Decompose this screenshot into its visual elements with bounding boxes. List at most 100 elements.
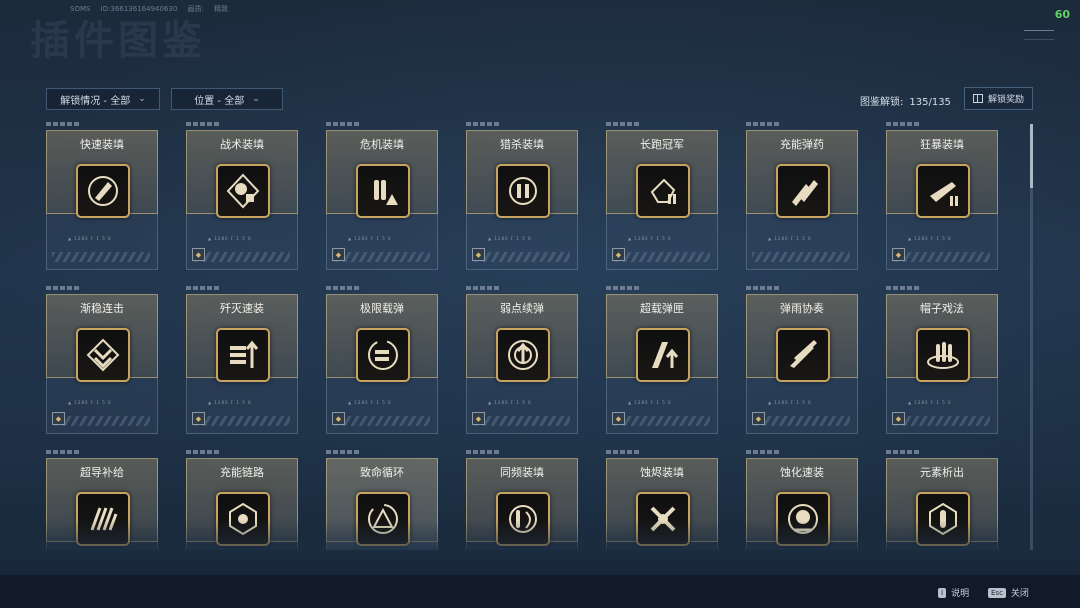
unlock-filter-dropdown[interactable]: 解锁情况 - 全部 ⌄ [46, 88, 160, 110]
card-tab-decoration [46, 286, 80, 290]
card-title: 同频装填 [500, 466, 544, 479]
card-stripes [332, 252, 430, 262]
help-key: I [938, 587, 947, 598]
position-filter-dropdown[interactable]: 位置 - 全部 ⌄ [171, 88, 283, 110]
close-label: 关闭 [1010, 589, 1029, 599]
plugin-card[interactable]: 渐稳连击 ▲ 1280 F 1 5 0 ◆ [46, 284, 158, 434]
card-tab-decoration [186, 122, 220, 126]
close-hint[interactable]: Esc 关闭 [988, 586, 1029, 599]
card-subtext: ▲ 1280 F 1 5 0 [768, 400, 812, 405]
runner-icon [636, 164, 690, 218]
chevrons-icon [76, 328, 130, 382]
card-stripes [752, 252, 850, 262]
plugin-card[interactable]: 战术装填 ▲ 1280 F 1 5 0 ◆ [186, 120, 298, 270]
crossed-bullets-icon [776, 328, 830, 382]
plugin-card[interactable]: 快速装填 ▲ 1280 F 1 5 0 [46, 120, 158, 270]
position-filter-label: 位置 - 全部 [194, 95, 245, 107]
card-subtext: ▲ 1280 F 1 5 0 [908, 400, 952, 405]
card-tab-decoration [746, 450, 780, 454]
card-tab-decoration [886, 122, 920, 126]
unlock-filter-label: 解锁情况 - 全部 [60, 95, 131, 107]
background-title: 插件图鉴 [30, 18, 206, 64]
card-tab-decoration [606, 286, 640, 290]
card-title: 元素析出 [920, 466, 964, 479]
card-title: 充能链路 [220, 466, 264, 479]
card-title: 长跑冠军 [640, 138, 684, 151]
plugin-card[interactable]: 猎杀装填 ▲ 1280 F 1 5 0 ◆ [466, 120, 578, 270]
collection-progress: 图鉴解锁: 135/135 [860, 93, 951, 108]
bullet-reload-icon [76, 164, 130, 218]
plugin-card[interactable]: 弱点续弹 ▲ 1280 F 1 5 0 ◆ [466, 284, 578, 434]
card-subtext: ▲ 1280 F 1 5 0 [68, 236, 112, 241]
position-badge-icon: ◆ [192, 412, 205, 425]
plugin-card[interactable]: 充能弹药 ▲ 1280 F 1 5 0 [746, 120, 858, 270]
card-stripes [752, 416, 850, 426]
card-subtext: ▲ 1280 F 1 5 0 [488, 236, 532, 241]
card-subtext: ▲ 1280 F 1 5 0 [68, 400, 112, 405]
card-tab-decoration [46, 450, 80, 454]
card-stripes [332, 416, 430, 426]
info-game: SOMS [70, 5, 91, 13]
card-subtext: ▲ 1280 F 1 5 0 [208, 236, 252, 241]
plugin-card[interactable]: 超载弹匣 ▲ 1280 F 1 5 0 ◆ [606, 284, 718, 434]
card-title: 充能弹药 [780, 138, 824, 151]
plugin-card[interactable]: 狂暴装填 ▲ 1280 F 1 5 0 ◆ [886, 120, 998, 270]
card-title: 蚀烬装填 [640, 466, 684, 479]
card-title: 歼灭速装 [220, 302, 264, 315]
chevron-down-icon: ⌄ [252, 94, 260, 104]
plugin-card[interactable]: 歼灭速装 ▲ 1280 F 1 5 0 ◆ [186, 284, 298, 434]
card-title: 狂暴装填 [920, 138, 964, 151]
chevron-down-icon: ⌄ [138, 94, 146, 104]
card-tab-decoration [326, 122, 360, 126]
card-title: 危机装填 [360, 138, 404, 151]
bottom-bar [0, 575, 1080, 608]
position-badge-icon: ◆ [892, 412, 905, 425]
position-badge-icon: ◆ [52, 412, 65, 425]
card-subtext: ▲ 1280 F 1 5 0 [208, 400, 252, 405]
card-tab-decoration [186, 286, 220, 290]
card-stripes [612, 252, 710, 262]
position-badge-icon: ◆ [892, 248, 905, 261]
card-title: 弹雨协奏 [780, 302, 824, 315]
card-subtext: ▲ 1280 F 1 5 0 [348, 400, 392, 405]
plugin-card[interactable]: 危机装填 ▲ 1280 F 1 5 0 ◆ [326, 120, 438, 270]
plugin-card[interactable]: 极限载弹 ▲ 1280 F 1 5 0 ◆ [326, 284, 438, 434]
info-quality-label: 画质: [187, 5, 204, 13]
card-subtext: ▲ 1280 F 1 5 0 [768, 236, 812, 241]
position-badge-icon: ◆ [612, 248, 625, 261]
loop-bullets-icon [356, 328, 410, 382]
card-title: 致命循环 [360, 466, 404, 479]
unlock-reward-button[interactable]: 解锁奖励 [964, 87, 1033, 110]
plugin-card[interactable]: 帽子戏法 ▲ 1280 F 1 5 0 ◆ [886, 284, 998, 434]
card-stripes [472, 252, 570, 262]
card-stripes [892, 416, 990, 426]
bullets-arrow-icon [216, 328, 270, 382]
info-quality-value: 精致 [214, 5, 229, 13]
card-subtext: ▲ 1280 F 1 5 0 [908, 236, 952, 241]
card-tab-decoration [606, 122, 640, 126]
card-tab-decoration [466, 286, 500, 290]
card-tab-decoration [186, 450, 220, 454]
card-stripes [192, 252, 290, 262]
target-up-icon [496, 328, 550, 382]
bullets-warning-icon [356, 164, 410, 218]
position-badge-icon: ◆ [192, 248, 205, 261]
rocket-bullets-icon [776, 164, 830, 218]
position-badge-icon: ◆ [752, 412, 765, 425]
card-tab-decoration [326, 286, 360, 290]
card-tab-decoration [746, 286, 780, 290]
position-badge-icon: ◆ [472, 248, 485, 261]
plugin-card-grid: 快速装填 ▲ 1280 F 1 5 0 战术装填 ▲ 1280 F 1 5 0 ◆ 危机装… [46, 120, 1026, 550]
card-title: 渐稳连击 [80, 302, 124, 315]
plugin-card[interactable]: 弹雨协奏 ▲ 1280 F 1 5 0 ◆ [746, 284, 858, 434]
card-stripes [52, 252, 150, 262]
card-stripes [52, 416, 150, 426]
help-hint[interactable]: I 说明 [938, 586, 969, 599]
info-id: ID:366136164940630 [100, 5, 178, 13]
esc-key: Esc [988, 587, 1006, 598]
card-subtext: ▲ 1280 F 1 5 0 [628, 236, 672, 241]
help-label: 说明 [951, 589, 970, 599]
card-subtext: ▲ 1280 F 1 5 0 [348, 236, 392, 241]
scrollbar-thumb[interactable] [1030, 124, 1033, 188]
plugin-card[interactable]: 长跑冠军 ▲ 1280 F 1 5 0 ◆ [606, 120, 718, 270]
